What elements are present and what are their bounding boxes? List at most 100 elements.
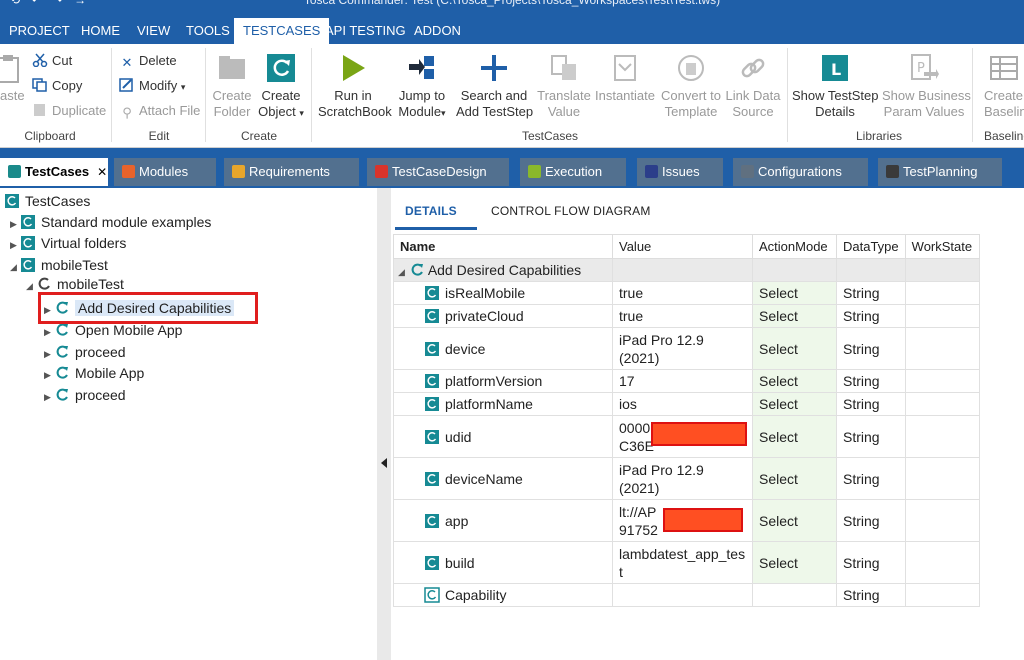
actionmode-cell[interactable] [752, 583, 837, 607]
tab-testplanning[interactable]: TestPlanning [878, 158, 1002, 186]
collapse-panel-icon[interactable] [381, 458, 387, 468]
run-in-scratchbook-button[interactable]: Run in ScratchBook [318, 52, 392, 120]
search-and-add-teststep-button[interactable]: Search and Add TestStep [456, 52, 533, 120]
tree-item[interactable]: ▶ proceed [44, 342, 126, 363]
expand-arrow-icon[interactable]: ▶ [44, 322, 54, 343]
translate-value-button[interactable]: Translate Value [536, 52, 592, 120]
datatype-cell[interactable]: String [836, 327, 906, 370]
actionmode-cell[interactable]: Select [752, 327, 837, 370]
table-row[interactable]: deviceName iPad Pro 12.9 (2021) Select S… [393, 457, 980, 500]
actionmode-cell[interactable]: Select [752, 499, 837, 542]
value-cell[interactable] [612, 583, 753, 607]
column-header-datatype[interactable]: DataType [836, 234, 906, 259]
table-row[interactable]: privateCloud true Select String [393, 304, 980, 328]
menu-tab-project[interactable]: PROJECT [0, 18, 79, 44]
tree-item[interactable]: ▶ Standard module examples [10, 212, 211, 233]
menu-tab-addon[interactable]: ADDON [405, 18, 470, 44]
delete-button[interactable]: ✕ Delete [119, 51, 177, 71]
tab-issues[interactable]: Issues [637, 158, 723, 186]
datatype-cell[interactable]: String [836, 392, 906, 416]
value-cell[interactable]: iPad Pro 12.9 (2021) [612, 327, 753, 370]
tab-testcases[interactable]: TestCases ✕ [0, 158, 108, 186]
expand-arrow-icon[interactable]: ▶ [44, 365, 54, 386]
value-cell[interactable]: true [612, 304, 753, 328]
attach-file-button[interactable]: ⚲ Attach File [119, 101, 200, 121]
actionmode-cell[interactable]: Select [752, 281, 837, 305]
expand-arrow-icon[interactable]: ▶ [10, 235, 20, 256]
column-header-name[interactable]: Name [393, 234, 613, 259]
instantiate-button[interactable]: Instantiate [594, 52, 656, 104]
tree-item-root[interactable]: TestCases [4, 191, 90, 212]
table-row[interactable]: build lambdatest_app_test Select String [393, 541, 980, 584]
tab-testcasedesign[interactable]: TestCaseDesign [367, 158, 509, 186]
datatype-cell[interactable]: String [836, 499, 906, 542]
tab-details[interactable]: DETAILS [405, 204, 457, 218]
actionmode-cell[interactable]: Select [752, 457, 837, 500]
column-header-workstate[interactable]: WorkState [904, 234, 980, 259]
table-row[interactable]: app lt://AP 91752 Select String [393, 499, 980, 542]
value-cell[interactable]: true [612, 281, 753, 305]
actionmode-cell[interactable]: Select [752, 369, 837, 393]
cut-button[interactable]: Cut [32, 51, 72, 71]
datatype-cell[interactable]: String [836, 281, 906, 305]
create-object-button[interactable]: Create Object ▾ [256, 52, 306, 121]
expand-arrow-icon[interactable]: ▶ [44, 344, 54, 365]
table-row[interactable]: device iPad Pro 12.9 (2021) Select Strin… [393, 327, 980, 370]
modify-button[interactable]: Modify ▾ [119, 76, 185, 96]
tab-configurations[interactable]: Configurations [733, 158, 868, 186]
menu-tab-tools[interactable]: TOOLS [177, 18, 239, 44]
tab-requirements[interactable]: Requirements [224, 158, 359, 186]
value-cell[interactable]: lt://AP 91752 [612, 499, 753, 542]
tree-item[interactable]: ▶ proceed [44, 385, 126, 406]
table-row[interactable]: platformName ios Select String [393, 392, 980, 416]
value-cell[interactable]: iPad Pro 12.9 (2021) [612, 457, 753, 500]
table-row[interactable]: isRealMobile true Select String [393, 281, 980, 305]
menu-tab-view[interactable]: VIEW [128, 18, 179, 44]
convert-to-template-button[interactable]: Convert to Template [660, 52, 722, 120]
tree-item[interactable]: ▶ Virtual folders [10, 233, 126, 254]
datatype-cell[interactable]: String [836, 541, 906, 584]
tab-modules[interactable]: Modules [114, 158, 216, 186]
duplicate-button[interactable]: Duplicate [32, 101, 106, 121]
datatype-cell[interactable]: String [836, 583, 906, 607]
datatype-cell[interactable]: String [836, 415, 906, 458]
tab-execution[interactable]: Execution [520, 158, 626, 186]
table-row[interactable]: udid 0000 C36E Select String [393, 415, 980, 458]
expand-arrow-icon[interactable]: ▶ [44, 387, 54, 408]
link-data-source-button[interactable]: Link Data Source [724, 52, 782, 120]
value-cell[interactable]: 0000 C36E [612, 415, 753, 458]
tree-item[interactable]: ▶ Mobile App [44, 363, 144, 384]
column-header-actionmode[interactable]: ActionMode [752, 234, 837, 259]
datatype-cell[interactable]: String [836, 304, 906, 328]
tree-item[interactable]: ◢ mobileTest [10, 255, 108, 276]
jump-to-module-button[interactable]: Jump to Module▾ [394, 52, 450, 121]
create-folder-button[interactable]: Create Folder [210, 52, 254, 120]
actionmode-cell[interactable]: Select [752, 415, 837, 458]
tab-control-flow-diagram[interactable]: CONTROL FLOW DIAGRAM [491, 204, 651, 218]
collapse-arrow-icon[interactable]: ◢ [10, 257, 20, 278]
copy-button[interactable]: Copy [32, 76, 82, 96]
show-teststep-details-button[interactable]: L Show TestStep Details [792, 52, 878, 120]
table-row[interactable]: platformVersion 17 Select String [393, 369, 980, 393]
show-business-param-values-button[interactable]: P Show Business Param Values [882, 52, 971, 120]
actionmode-cell[interactable]: Select [752, 541, 837, 584]
actionmode-cell[interactable]: Select [752, 392, 837, 416]
paste-button[interactable]: Paste [0, 52, 26, 104]
close-icon[interactable]: ✕ [97, 165, 107, 179]
expand-arrow-icon[interactable]: ▶ [10, 214, 20, 235]
collapse-arrow-icon[interactable]: ◢ [398, 267, 405, 277]
value-cell[interactable]: 17 [612, 369, 753, 393]
menu-tab-home[interactable]: HOME [72, 18, 129, 44]
tree-item[interactable]: ◢ mobileTest [26, 276, 124, 292]
menu-tab-testcases[interactable]: TESTCASES [234, 18, 330, 46]
value-cell[interactable]: ios [612, 392, 753, 416]
datatype-cell[interactable]: String [836, 369, 906, 393]
value-cell[interactable]: lambdatest_app_test [612, 541, 753, 584]
table-row-group[interactable]: ◢ Add Desired Capabilities [393, 258, 980, 282]
menu-tab-api-testing[interactable]: API TESTING [316, 18, 415, 44]
panel-splitter[interactable] [377, 188, 391, 660]
column-header-value[interactable]: Value [612, 234, 753, 259]
datatype-cell[interactable]: String [836, 457, 906, 500]
create-baseline-button[interactable]: Create Baseline [984, 52, 1024, 120]
collapse-arrow-icon[interactable]: ◢ [26, 278, 36, 292]
